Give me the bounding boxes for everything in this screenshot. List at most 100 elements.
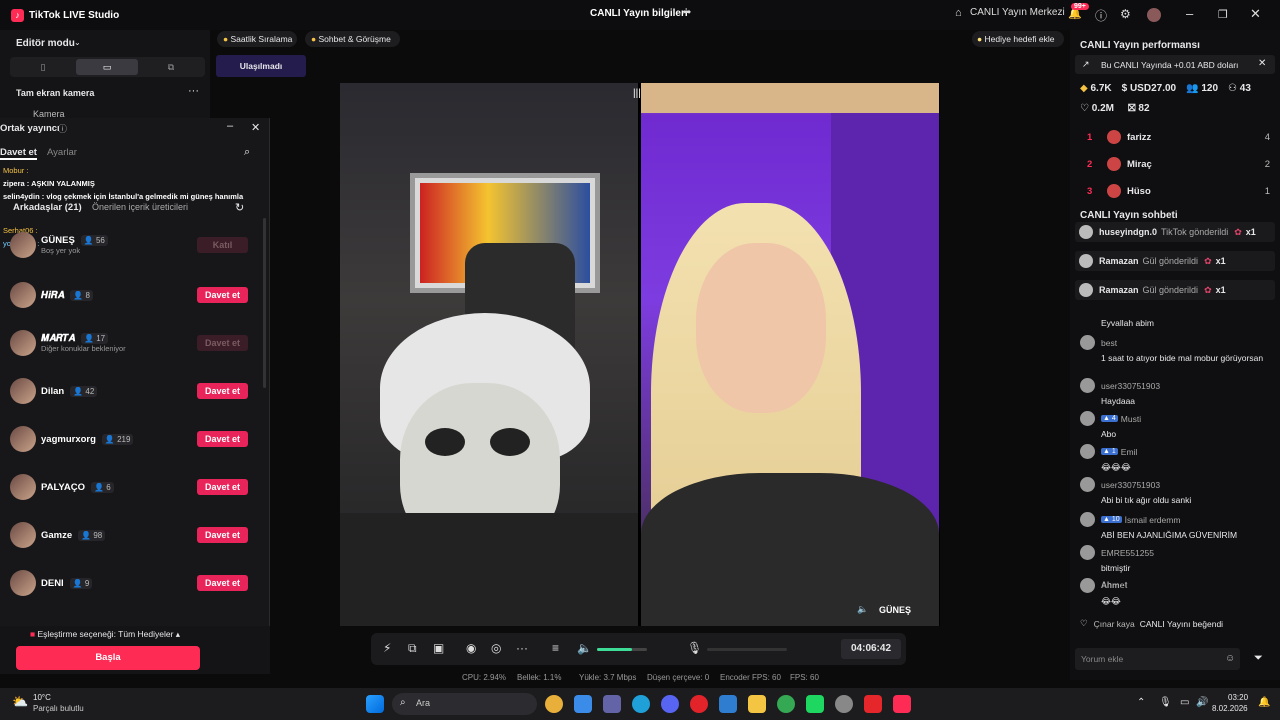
windows-start-icon[interactable] bbox=[366, 695, 384, 713]
tiktok-live-icon[interactable] bbox=[893, 695, 911, 713]
edge-icon[interactable] bbox=[632, 695, 650, 713]
emoji-icon[interactable]: ☺ bbox=[1225, 653, 1235, 664]
avatar[interactable] bbox=[1147, 8, 1161, 22]
invite-button[interactable]: Davet et bbox=[197, 479, 248, 495]
tray-chevron-icon[interactable]: ⌃ bbox=[1137, 697, 1145, 708]
opera-icon[interactable] bbox=[690, 695, 708, 713]
chat-user[interactable]: 𝐀𝐡𝐦𝐞𝐭 bbox=[1101, 580, 1128, 591]
avatar[interactable] bbox=[10, 474, 36, 500]
microphone-icon[interactable]: 🎙 bbox=[687, 641, 702, 655]
taskbar-search[interactable]: ⌕ Ara bbox=[392, 693, 537, 715]
start-button[interactable]: Başla bbox=[16, 646, 200, 670]
chrome2-icon[interactable] bbox=[777, 695, 795, 713]
target-icon[interactable]: ◎ bbox=[491, 641, 501, 655]
speaker-icon[interactable]: 🔈 bbox=[857, 604, 868, 615]
invite-button[interactable]: Davet et bbox=[197, 335, 248, 351]
minimize-icon[interactable]: – bbox=[1186, 6, 1193, 21]
avatar[interactable] bbox=[10, 522, 36, 548]
invite-button[interactable]: Davet et bbox=[197, 287, 248, 303]
mic-slider[interactable] bbox=[707, 648, 787, 651]
comment-input[interactable]: Yorum ekle bbox=[1081, 654, 1123, 664]
ranking-row[interactable]: 2 Miraç 2 bbox=[1080, 155, 1270, 173]
sliders-icon[interactable]: ≡ bbox=[552, 641, 559, 655]
invite-button[interactable]: Davet et bbox=[197, 383, 248, 399]
friends-tab[interactable]: Arkadaşlar (21) bbox=[13, 202, 82, 213]
avatar[interactable] bbox=[10, 330, 36, 356]
store-icon[interactable] bbox=[574, 695, 592, 713]
volume-icon[interactable]: 🔈 bbox=[577, 641, 592, 655]
avatar[interactable] bbox=[1080, 378, 1095, 393]
ranking-row[interactable]: 1 farizz 4 bbox=[1080, 128, 1270, 146]
avatar[interactable] bbox=[1080, 411, 1095, 426]
folder-icon[interactable] bbox=[748, 695, 766, 713]
tray-mic-icon[interactable]: 🎙 bbox=[1159, 697, 1172, 708]
avatar[interactable] bbox=[10, 426, 36, 452]
record-icon[interactable]: ◉ bbox=[466, 641, 476, 655]
invite-button[interactable]: Katıl bbox=[197, 237, 248, 253]
info-icon[interactable]: ⓘ bbox=[58, 122, 67, 135]
hourly-ranking-pill[interactable]: ● Saatlik Sıralama bbox=[217, 31, 297, 47]
layout-add-icon[interactable]: ⧉ bbox=[408, 641, 417, 656]
network-icon[interactable]: ▭ bbox=[1180, 697, 1189, 708]
chat-user[interactable]: İsmail erdemm bbox=[1125, 515, 1181, 525]
close-icon[interactable]: ✕ bbox=[1250, 6, 1261, 22]
avatar[interactable] bbox=[1080, 335, 1095, 350]
share-icon[interactable]: ➦ bbox=[683, 7, 691, 18]
avatar[interactable] bbox=[1080, 444, 1095, 459]
refresh-icon[interactable]: ↻ bbox=[235, 201, 244, 214]
close-banner-icon[interactable]: ✕ bbox=[1258, 58, 1266, 69]
invite-button[interactable]: Davet et bbox=[197, 431, 248, 447]
avatar[interactable] bbox=[10, 282, 36, 308]
avatar[interactable] bbox=[1080, 477, 1095, 492]
search-icon[interactable]: ⌕ bbox=[244, 146, 250, 159]
comment-box[interactable]: Yorum ekle ☺ bbox=[1075, 648, 1240, 670]
landscape-layout-icon[interactable]: ▭ bbox=[76, 59, 138, 75]
chat-user[interactable]: user330751903 bbox=[1101, 480, 1160, 490]
screen-icon[interactable]: ▣ bbox=[433, 641, 444, 655]
more-icon[interactable]: ··· bbox=[188, 85, 199, 97]
divider-handle-icon[interactable]: ||| bbox=[633, 88, 641, 99]
minimize-popup-icon[interactable]: – bbox=[227, 120, 233, 132]
tab-invite[interactable]: Davet et bbox=[0, 147, 37, 160]
settings-gear-icon[interactable]: ⚙ bbox=[1120, 7, 1131, 21]
chat-user[interactable]: best bbox=[1101, 338, 1117, 348]
live-center-button[interactable]: CANLI Yayın Merkezi bbox=[970, 7, 1065, 18]
portrait-layout-icon[interactable]: ▯ bbox=[12, 59, 74, 75]
mail-icon[interactable] bbox=[719, 695, 737, 713]
more-options-icon[interactable]: ··· bbox=[516, 641, 528, 655]
youtube-icon[interactable] bbox=[864, 695, 882, 713]
match-option[interactable]: ■ Eşleştirme seçeneği: Tüm Hediyeler ▴ bbox=[30, 629, 180, 640]
home-icon[interactable]: ⌂ bbox=[955, 7, 962, 19]
help-icon[interactable]: ⓘ bbox=[1095, 7, 1107, 24]
avatar[interactable] bbox=[10, 570, 36, 596]
avatar[interactable] bbox=[1080, 545, 1095, 560]
magic-wand-icon[interactable]: ⚡ bbox=[383, 641, 391, 655]
ranking-row[interactable]: 3 Hüso 1 bbox=[1080, 182, 1270, 200]
chrome-icon[interactable] bbox=[545, 695, 563, 713]
spotify-icon[interactable] bbox=[806, 695, 824, 713]
chat-user[interactable]: Emil bbox=[1121, 447, 1138, 457]
editor-mode-dropdown[interactable]: Editör modu bbox=[16, 38, 75, 49]
avatar[interactable] bbox=[10, 378, 36, 404]
discord-icon[interactable] bbox=[661, 695, 679, 713]
app-icon[interactable] bbox=[835, 695, 853, 713]
chat-pill[interactable]: ● Sohbet & Görüşme bbox=[305, 31, 400, 47]
chat-user[interactable]: Musti bbox=[1121, 414, 1141, 424]
volume-tray-icon[interactable]: 🔊 bbox=[1196, 697, 1208, 708]
notification-icon[interactable]: 🔔 bbox=[1258, 697, 1270, 708]
chat-user[interactable]: user330751903 bbox=[1101, 381, 1160, 391]
chat-user[interactable]: EMRE551255 bbox=[1101, 548, 1154, 558]
teams-icon[interactable] bbox=[603, 695, 621, 713]
invite-button[interactable]: Davet et bbox=[197, 575, 248, 591]
avatar[interactable] bbox=[10, 232, 36, 258]
multi-layout-icon[interactable]: ⧉ bbox=[140, 59, 202, 75]
live-info-title[interactable]: CANLI Yayın bilgileri bbox=[590, 8, 688, 19]
invite-button[interactable]: Davet et bbox=[197, 527, 248, 543]
maximize-icon[interactable]: ❐ bbox=[1218, 8, 1228, 21]
close-popup-icon[interactable]: ✕ bbox=[251, 121, 260, 134]
suggested-tab[interactable]: Önerilen içerik üreticileri bbox=[92, 202, 188, 212]
volume-slider[interactable] bbox=[597, 648, 647, 651]
filter-icon[interactable]: ⏷ bbox=[1254, 652, 1263, 665]
tab-settings[interactable]: Ayarlar bbox=[47, 147, 77, 158]
avatar[interactable] bbox=[1080, 512, 1095, 527]
